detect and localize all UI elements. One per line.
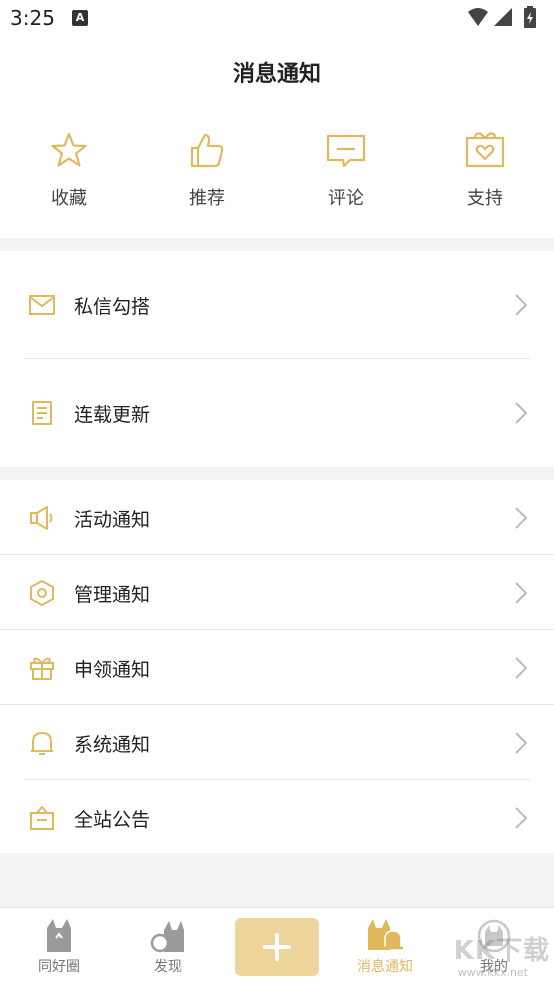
row-label: 连载更新 [74, 404, 151, 426]
row-label: 私信勾搭 [74, 296, 151, 318]
chevron-right-icon [515, 507, 528, 529]
watermark-logo: KK下载 [453, 936, 550, 966]
comment-icon [326, 134, 366, 168]
gift-heart-icon [465, 132, 505, 168]
row-activity-notice[interactable]: 活动通知 [0, 480, 554, 555]
chevron-right-icon [515, 807, 528, 829]
star-icon [51, 132, 87, 167]
row-label: 全站公告 [74, 809, 151, 831]
chevron-right-icon [515, 732, 528, 754]
row-system-notice[interactable]: 系统通知 [0, 705, 554, 780]
tab-label: 消息通知 [357, 959, 413, 975]
watermark-url: www.kkx.net [457, 966, 528, 979]
cat-magnifier-icon [150, 921, 184, 953]
gift-icon [30, 657, 54, 680]
quick-comments[interactable]: 评论 [296, 130, 396, 210]
quick-label: 收藏 [51, 188, 87, 209]
status-bar: 3:25 A [0, 0, 554, 40]
page-title: 消息通知 [232, 62, 321, 87]
create-post-button[interactable] [235, 918, 319, 976]
quick-actions: 收藏 推荐 评论 支持 [0, 104, 554, 238]
row-label: 管理通知 [74, 584, 151, 606]
cat-icon [47, 919, 71, 952]
tab-notifications[interactable]: 消息通知 [335, 916, 435, 976]
chevron-right-icon [515, 582, 528, 604]
quick-recommend[interactable]: 推荐 [157, 130, 257, 210]
message-group-2: 活动通知 管理通知 申领通知 系统通知 全站公告 [0, 480, 554, 853]
row-claim-notice[interactable]: 申领通知 [0, 630, 554, 705]
chevron-right-icon [515, 402, 528, 424]
header: 消息通知 [0, 40, 554, 104]
bell-icon [31, 732, 53, 755]
quick-support[interactable]: 支持 [435, 130, 535, 210]
tab-label: 同好圈 [38, 959, 80, 975]
hexagon-icon [30, 580, 54, 606]
status-time: 3:25 [10, 6, 55, 30]
row-label: 活动通知 [74, 509, 151, 531]
row-label: 系统通知 [74, 734, 151, 756]
tab-circle[interactable]: 同好圈 [9, 916, 109, 976]
row-label: 申领通知 [74, 659, 151, 681]
speaker-icon [30, 506, 53, 530]
quick-label: 评论 [328, 188, 364, 209]
document-icon [32, 401, 52, 425]
notification-badge-icon: A [72, 10, 88, 26]
cat-bell-icon [368, 919, 403, 950]
chevron-right-icon [515, 294, 528, 316]
row-management-notice[interactable]: 管理通知 [0, 555, 554, 630]
mail-icon [29, 295, 55, 315]
message-group-1: 私信勾搭 连载更新 [0, 251, 554, 467]
tab-discover[interactable]: 发现 [118, 916, 218, 976]
quick-favorites[interactable]: 收藏 [19, 130, 119, 210]
row-private-messages[interactable]: 私信勾搭 [0, 251, 554, 359]
bottom-tab-bar: 同好圈 发现 消息通知 我的 KK下载 www.kkx.net [0, 907, 554, 984]
briefcase-icon [30, 806, 54, 830]
thumbs-up-icon [190, 133, 224, 168]
system-status-icons [468, 6, 536, 28]
quick-label: 支持 [467, 188, 503, 209]
chevron-right-icon [515, 657, 528, 679]
row-site-announcement[interactable]: 全站公告 [0, 780, 554, 855]
tab-label: 发现 [154, 959, 182, 975]
row-serial-updates[interactable]: 连载更新 [0, 359, 554, 467]
quick-label: 推荐 [189, 188, 225, 209]
